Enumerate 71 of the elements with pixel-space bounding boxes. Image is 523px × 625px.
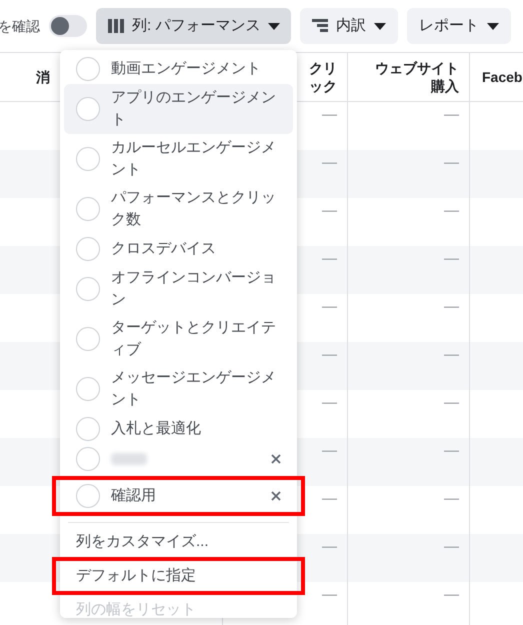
table-cell-text: —	[322, 585, 337, 605]
preset-label: 入札と最適化	[111, 419, 202, 439]
preset-label: メッセージエンゲージメント	[111, 368, 277, 410]
preset-item[interactable]: クロスデバイス	[64, 234, 293, 264]
preset-label: カルーセルエンゲージメント	[111, 138, 277, 180]
table-cell-text: —	[444, 153, 459, 173]
caret-icon	[268, 22, 280, 30]
table-cell-text: —	[322, 537, 337, 557]
radio-button[interactable]	[76, 447, 100, 471]
table-cell-text: —	[444, 345, 459, 365]
preset-item[interactable]: カルーセルエンゲージメント	[64, 134, 293, 184]
radio-button[interactable]	[76, 97, 100, 121]
breakdown-icon	[312, 19, 328, 33]
table-cell-text: —	[444, 441, 459, 461]
columns-dropdown[interactable]: 列: パフォーマンス	[96, 8, 291, 44]
table-cell-text: —	[444, 249, 459, 269]
radio-button[interactable]	[76, 57, 100, 81]
radio-button[interactable]	[76, 327, 100, 351]
table-cell-text: —	[322, 297, 337, 317]
table-cell-text: —	[322, 441, 337, 461]
table-cell-text: —	[444, 201, 459, 221]
table-cell-text: —	[322, 489, 337, 509]
preset-item[interactable]: ターゲットとクリエイティブ	[64, 314, 293, 364]
table-cell-text: —	[444, 585, 459, 605]
breakdown-dropdown[interactable]: 内訳	[300, 8, 398, 44]
table-cell-text: —	[444, 105, 459, 125]
radio-button[interactable]	[76, 277, 100, 301]
preset-label: ターゲットとクリエイティブ	[111, 318, 277, 360]
preset-label: アプリのエンゲージメント	[111, 88, 277, 130]
toggle-switch[interactable]	[49, 15, 87, 37]
preset-item[interactable]: オフラインコンバージョン	[64, 264, 293, 314]
column-header[interactable]: Faceb	[482, 68, 522, 86]
table-cell-text: —	[322, 249, 337, 269]
caret-icon	[374, 22, 386, 30]
close-icon[interactable]	[271, 454, 281, 464]
columns-icon	[108, 19, 124, 33]
preset-item[interactable]: アプリのエンゲージメント	[64, 84, 293, 134]
column-header[interactable]: クリック	[307, 59, 337, 95]
radio-button[interactable]	[76, 197, 100, 221]
preset-label: クロスデバイス	[111, 239, 217, 259]
column-header[interactable]: ウェブサイト購入	[367, 59, 459, 95]
table-cell-text: —	[444, 297, 459, 317]
table-cell-text: —	[322, 105, 337, 125]
blurred-label	[111, 453, 147, 465]
preset-item[interactable]: メッセージエンゲージメント	[64, 364, 293, 414]
preset-label: パフォーマンスとクリック数	[111, 188, 277, 230]
preset-item[interactable]: 確認用	[64, 481, 293, 511]
table-cell-text: —	[322, 345, 337, 365]
radio-button[interactable]	[76, 377, 100, 401]
table-cell-text: —	[322, 153, 337, 173]
preset-item[interactable]: 動画エンゲージメント	[64, 54, 293, 84]
preset-item[interactable]: パフォーマンスとクリック数	[64, 184, 293, 234]
table-cell-text: —	[444, 489, 459, 509]
table-cell-text: —	[444, 537, 459, 557]
preset-item[interactable]: 入札と最適化	[64, 414, 293, 444]
table-cell-text: —	[322, 393, 337, 413]
preset-label: 確認用	[111, 486, 157, 506]
table-cell-text: —	[322, 201, 337, 221]
radio-button[interactable]	[76, 237, 100, 261]
close-icon[interactable]	[271, 491, 281, 501]
menu-action[interactable]: デフォルトに指定	[64, 561, 293, 591]
report-dropdown[interactable]: レポート	[407, 8, 511, 44]
table-cell-text: —	[444, 393, 459, 413]
radio-button[interactable]	[76, 417, 100, 441]
column-header[interactable]: 消	[36, 68, 50, 86]
preset-label: オフラインコンバージョン	[111, 268, 277, 310]
radio-button[interactable]	[76, 147, 100, 171]
radio-button[interactable]	[76, 484, 100, 508]
menu-action[interactable]: 列をカスタマイズ...	[64, 527, 293, 557]
caret-icon	[487, 22, 499, 30]
preset-label: 動画エンゲージメント	[111, 59, 262, 79]
